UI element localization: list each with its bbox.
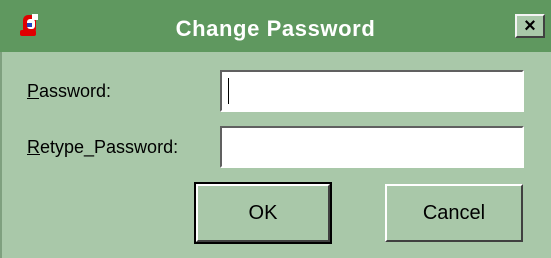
title-bar: Change Password × bbox=[0, 0, 551, 52]
page: Change Password × Password: Retype_Passw… bbox=[0, 0, 551, 258]
text-caret bbox=[228, 78, 229, 104]
ok-button[interactable]: OK bbox=[194, 182, 332, 244]
password-label-text: assword: bbox=[39, 81, 112, 101]
retype-label-mnemonic: R bbox=[27, 137, 40, 157]
dialog-left-border bbox=[0, 52, 2, 258]
change-password-dialog: Change Password × Password: Retype_Passw… bbox=[0, 0, 551, 258]
retype-password-label: Retype_Password: bbox=[27, 136, 178, 158]
password-field[interactable] bbox=[220, 70, 524, 112]
close-icon[interactable]: × bbox=[515, 14, 545, 38]
password-label: Password: bbox=[27, 80, 111, 102]
cancel-button[interactable]: Cancel bbox=[385, 184, 523, 242]
window-title: Change Password bbox=[175, 16, 376, 41]
password-label-mnemonic: P bbox=[27, 81, 40, 101]
retype-label-text: etype_Password: bbox=[40, 137, 179, 157]
retype-password-field[interactable] bbox=[220, 126, 524, 168]
